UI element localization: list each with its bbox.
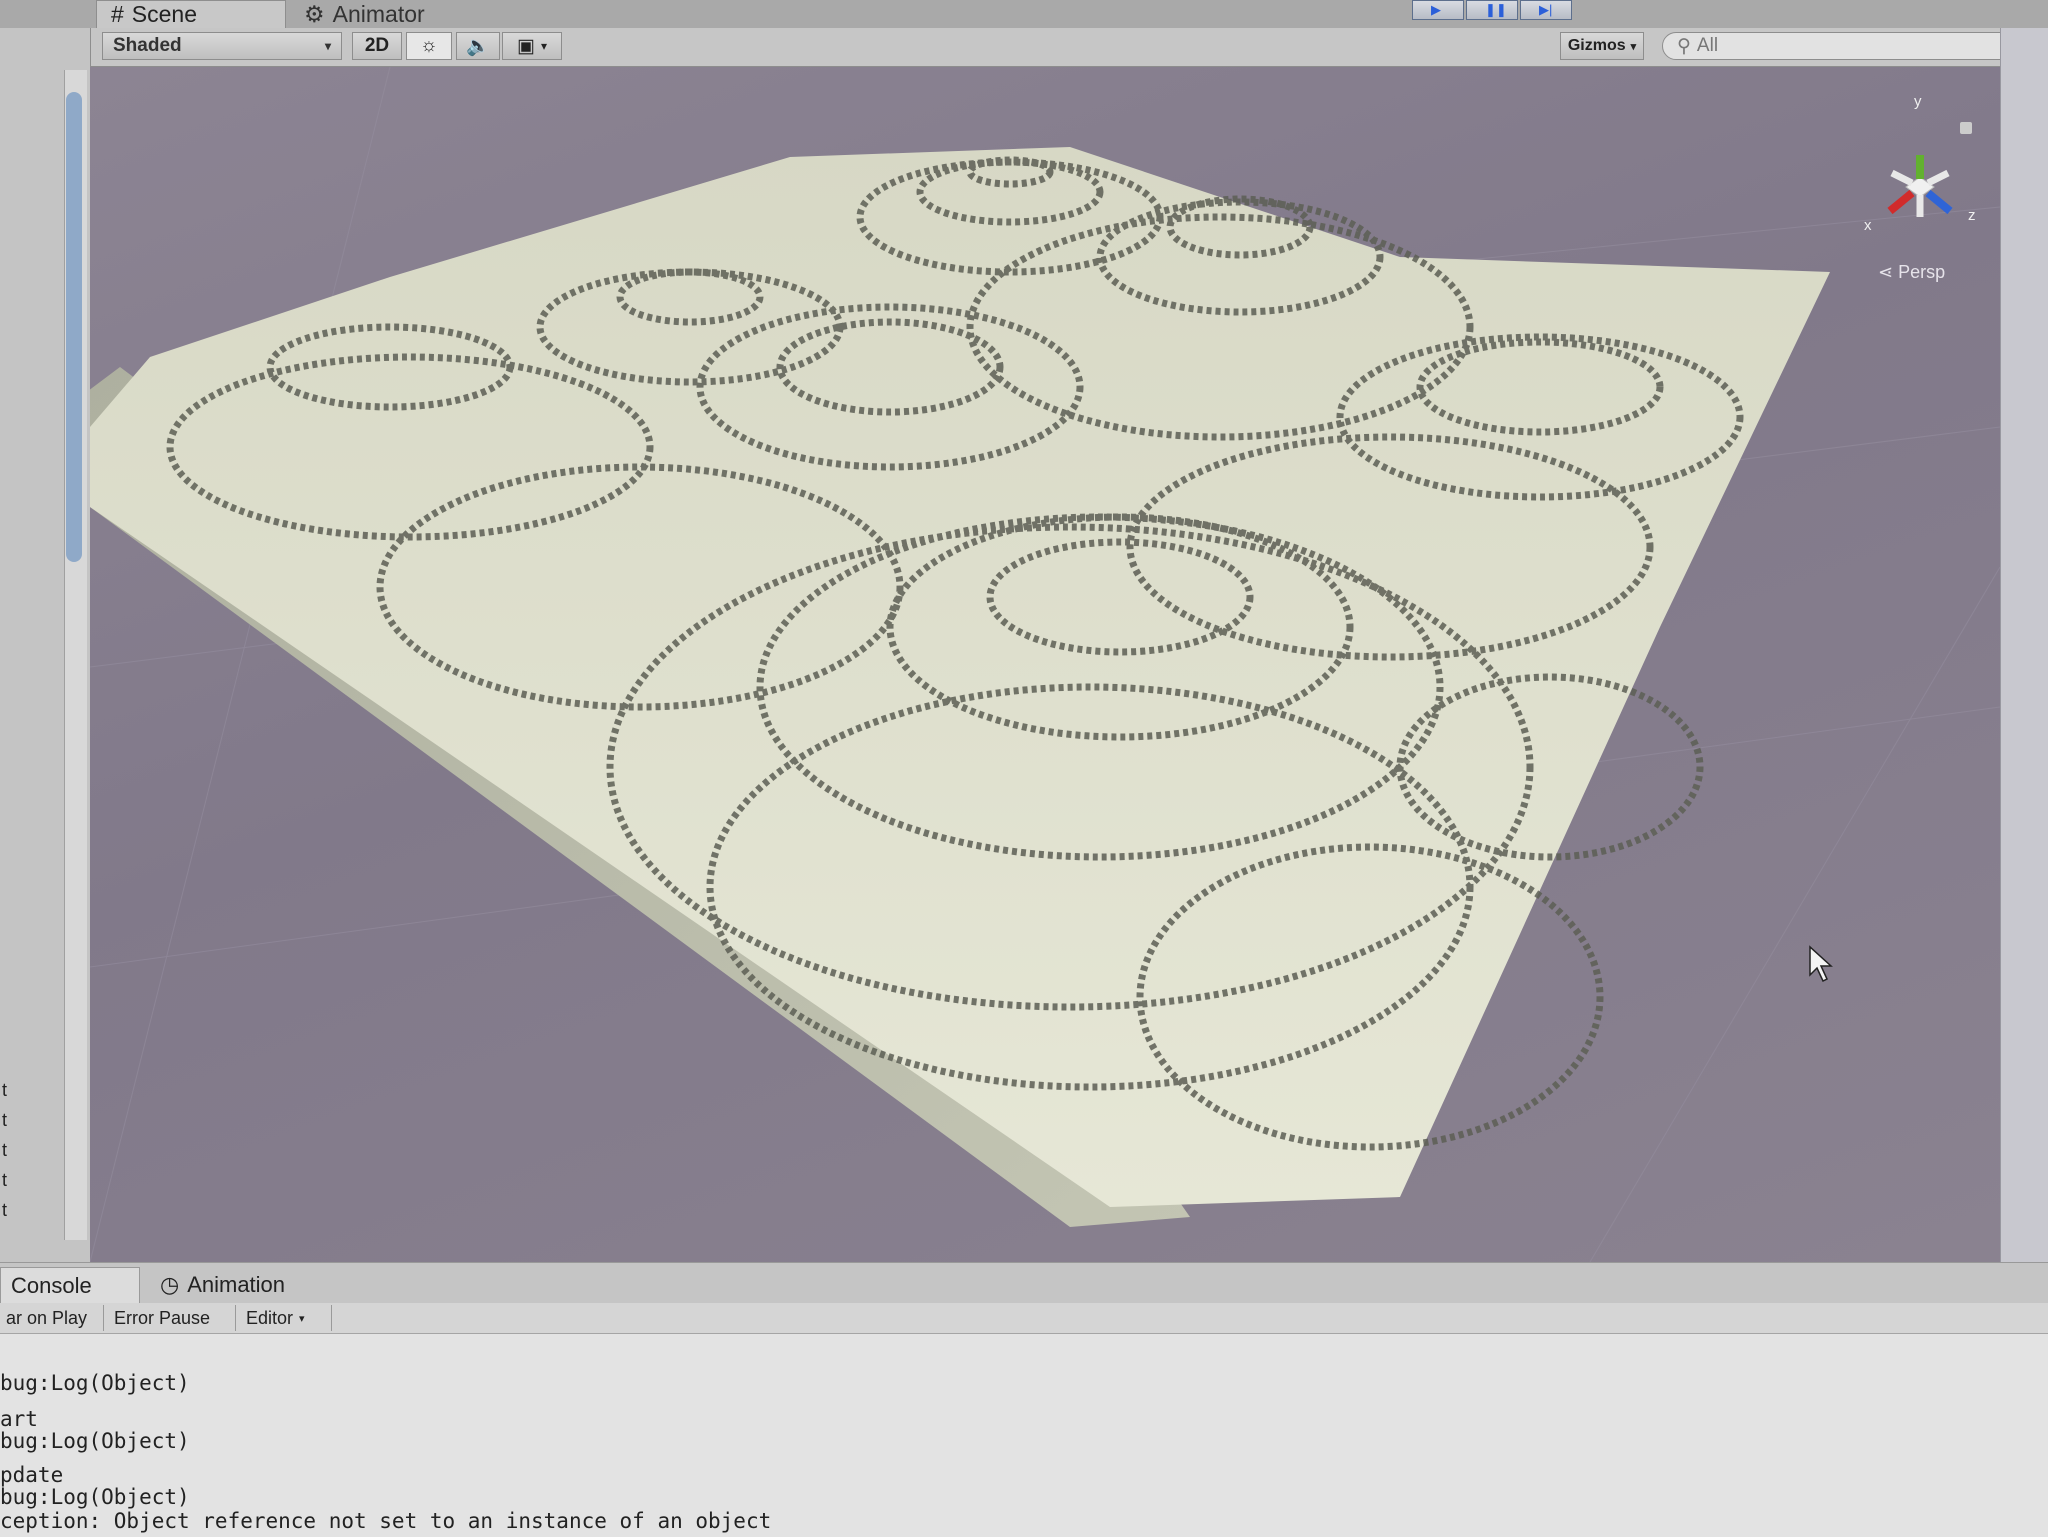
hierarchy-item[interactable]: t	[2, 1170, 7, 1191]
console-panel: Console ◷ Animation ar on Play Error Pau…	[0, 1262, 2048, 1537]
clock-icon: ◷	[160, 1272, 180, 1297]
console-log-line[interactable]: pdate	[0, 1463, 63, 1487]
pause-button[interactable]: ❚❚	[1466, 0, 1518, 20]
hierarchy-item[interactable]: t	[2, 1140, 7, 1161]
hierarchy-item[interactable]: t	[2, 1080, 7, 1101]
toggle-2d-button[interactable]: 2D	[352, 32, 402, 60]
scene-effects-dropdown[interactable]: ▣ ▾	[502, 32, 562, 60]
voxel-terrain	[90, 67, 2000, 1262]
gizmo-x-label: x	[1864, 217, 1872, 234]
scene-toolbar: Shaded ▾ 2D ☼ 🔈 ▣ ▾ Gizmos ▾ ⚲ All	[90, 28, 2048, 67]
image-icon: ▣	[517, 35, 535, 57]
chevron-down-icon: ▾	[324, 39, 331, 53]
tab-scene-label: Scene	[131, 1, 198, 27]
console-log-line[interactable]: art	[0, 1407, 38, 1431]
scene-audio-button[interactable]: 🔈	[456, 32, 500, 60]
tab-animation[interactable]: ◷ Animation	[150, 1267, 330, 1303]
error-pause-toggle[interactable]: Error Pause	[108, 1305, 236, 1331]
inspector-panel-edge	[2000, 28, 2048, 1273]
search-placeholder: All	[1696, 35, 1719, 56]
scene-search-input[interactable]: ⚲ All	[1662, 32, 2048, 60]
tab-console[interactable]: Console	[0, 1267, 140, 1303]
console-toolbar: ar on Play Error Pause Editor ▾	[0, 1303, 2048, 1334]
shading-mode-dropdown[interactable]: Shaded ▾	[102, 32, 342, 60]
bottom-tab-strip: Console ◷ Animation	[0, 1263, 2048, 1304]
console-log-line[interactable]: bug:Log(Object)	[0, 1429, 190, 1453]
window-tab-strip: # Scene ⚙ Animator ▶ ❚❚ ▶|	[0, 0, 2048, 29]
chevron-down-icon: ▾	[1630, 40, 1637, 53]
chevron-down-icon: ▾	[299, 1312, 305, 1325]
clear-on-play-toggle[interactable]: ar on Play	[0, 1305, 104, 1331]
scene-lighting-button[interactable]: ☼	[406, 32, 452, 60]
x-axis-cone[interactable]	[1887, 189, 1915, 215]
projection-label: Persp	[1898, 262, 1946, 282]
gizmo-y-label: y	[1914, 93, 1922, 110]
tab-animation-label: Animation	[187, 1272, 286, 1297]
console-log-line[interactable]: bug:Log(Object)	[0, 1371, 190, 1395]
lock-icon[interactable]	[1960, 122, 1972, 134]
search-icon: ⚲	[1677, 35, 1691, 57]
editor-dropdown-label: Editor	[246, 1307, 294, 1328]
play-icon: ▶	[1431, 2, 1441, 17]
projection-toggle[interactable]: ⋖ Persp	[1878, 262, 1945, 283]
sun-icon: ☼	[420, 35, 438, 56]
pause-icon: ❚❚	[1485, 2, 1507, 17]
tab-scene[interactable]: # Scene	[96, 0, 286, 28]
console-log-line[interactable]: bug:Log(Object)	[0, 1485, 190, 1509]
chevron-left-icon: ⋖	[1878, 262, 1894, 282]
tab-console-label: Console	[11, 1272, 92, 1298]
speaker-icon: 🔈	[466, 36, 490, 57]
hierarchy-item[interactable]: t	[2, 1110, 7, 1131]
terrain-top-face	[90, 147, 1830, 1207]
console-log-line[interactable]: ception: Object reference not set to an …	[0, 1509, 771, 1533]
mouse-cursor-icon	[1809, 945, 1833, 983]
editor-dropdown[interactable]: Editor ▾	[240, 1305, 332, 1331]
chevron-down-icon: ▾	[540, 39, 547, 53]
hierarchy-scrollbar-thumb[interactable]	[66, 92, 82, 562]
hierarchy-item[interactable]: t	[2, 1200, 7, 1221]
tab-animator[interactable]: ⚙ Animator	[290, 0, 490, 28]
step-icon: ▶|	[1539, 2, 1553, 17]
shading-mode-value: Shaded	[113, 35, 182, 56]
scene-grid-icon: #	[111, 1, 124, 27]
animator-icon: ⚙	[304, 0, 325, 27]
scene-viewport[interactable]: y x z ⋖ Persp	[90, 67, 2000, 1262]
gizmo-z-label: z	[1968, 207, 1976, 224]
play-button[interactable]: ▶	[1412, 0, 1464, 20]
tab-animator-label: Animator	[332, 0, 425, 27]
step-button[interactable]: ▶|	[1520, 0, 1572, 20]
gizmos-label: Gizmos	[1567, 37, 1626, 54]
z-axis-cone[interactable]	[1925, 189, 1953, 215]
orientation-gizmo[interactable]	[1887, 155, 1953, 217]
gizmos-dropdown[interactable]: Gizmos ▾	[1560, 32, 1644, 60]
